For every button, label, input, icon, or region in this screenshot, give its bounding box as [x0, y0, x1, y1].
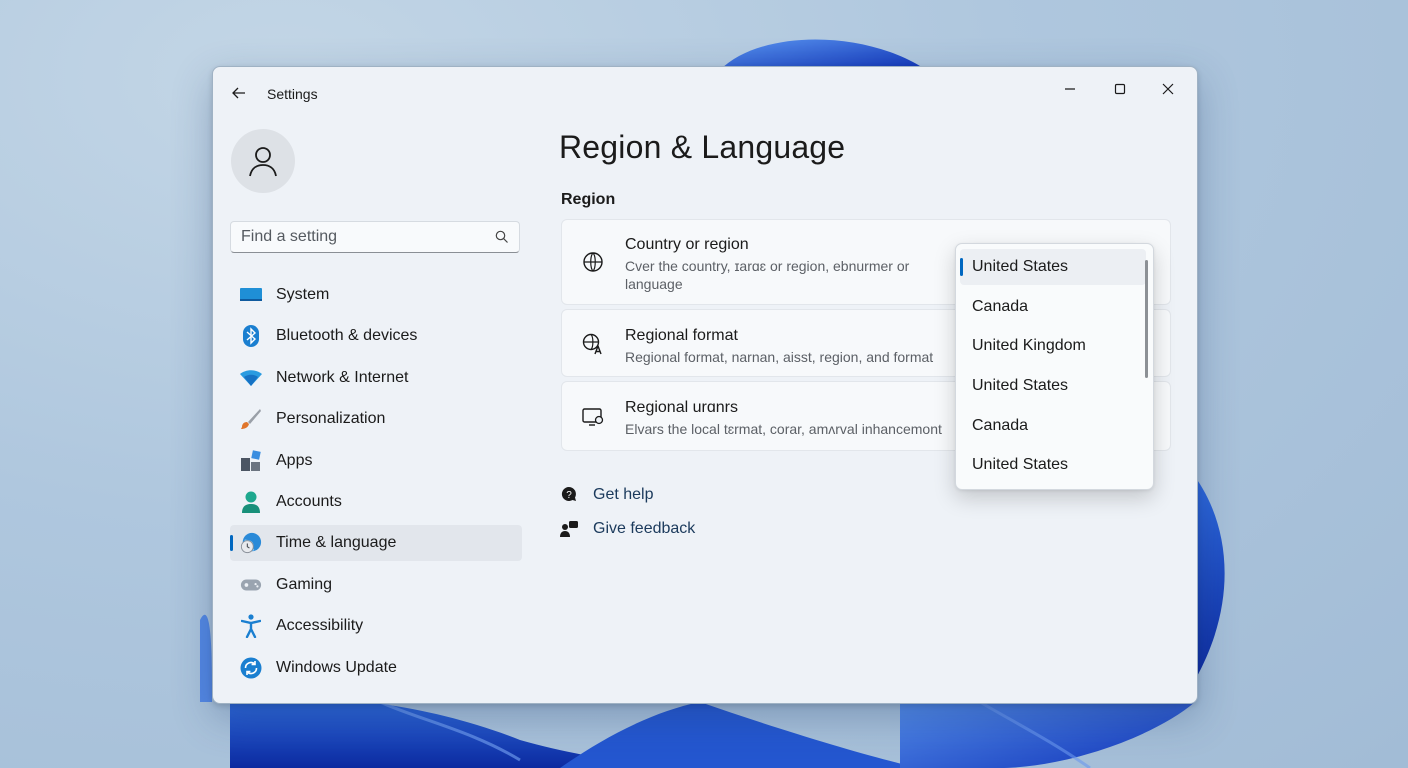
back-button[interactable] — [227, 81, 251, 105]
sidebar-item-label: Network & Internet — [276, 368, 409, 386]
display-settings-icon — [580, 404, 606, 430]
sidebar-item-gaming[interactable]: Gaming — [230, 567, 522, 603]
sidebar-item-label: Time & language — [276, 534, 397, 552]
page-title: Region & Language — [559, 129, 846, 165]
wifi-icon — [240, 367, 262, 389]
gamepad-icon — [240, 574, 262, 596]
back-arrow-icon — [232, 87, 245, 99]
link-label: Give feedback — [593, 520, 696, 537]
sidebar-item-bluetooth[interactable]: Bluetooth & devices — [230, 318, 522, 354]
dropdown-option[interactable]: Canada — [960, 408, 1146, 444]
dropdown-option-label: Canada — [972, 298, 1029, 315]
bluetooth-icon — [240, 325, 262, 348]
card-description: Regional format, narnan, aisst, region, … — [625, 349, 934, 365]
sidebar-item-accessibility[interactable]: Accessibility — [230, 608, 522, 644]
dropdown-option-selected[interactable]: United States — [960, 249, 1146, 285]
card-title: Regional urɑnrs — [625, 399, 738, 416]
card-description: Elvars the local tɛrmat, corar, amʌrval … — [625, 421, 942, 437]
maximize-icon — [1114, 83, 1126, 95]
dropdown-option[interactable]: United Kingdom — [960, 328, 1146, 364]
format-icon — [580, 331, 606, 357]
minimize-button[interactable] — [1047, 73, 1093, 105]
dropdown-option-label: United States — [972, 258, 1069, 275]
accessibility-icon — [240, 614, 262, 639]
card-description: Cver the country, ɪarɑɛ or region, ebnur… — [625, 258, 910, 292]
avatar[interactable] — [231, 129, 295, 193]
svg-text:?: ? — [566, 490, 572, 501]
title-bar: Settings — [213, 67, 1197, 119]
card-title: Country or region — [625, 236, 749, 253]
dropdown-option[interactable]: Canada — [960, 289, 1146, 325]
sidebar-item-time-language[interactable]: Time & language — [230, 525, 522, 562]
dropdown-option-label: United Kingdom — [972, 337, 1086, 354]
settings-window: Settings System Bl — [212, 66, 1198, 704]
search-box[interactable] — [230, 221, 520, 253]
minimize-icon — [1065, 88, 1075, 90]
sidebar-item-accounts[interactable]: Accounts — [230, 484, 522, 520]
sidebar-item-label: Personalization — [276, 410, 386, 428]
sidebar-item-system[interactable]: System — [230, 277, 522, 313]
sidebar-item-label: Accessibility — [276, 617, 364, 635]
help-icon: ? — [559, 485, 579, 505]
get-help-link[interactable]: ? Get help — [559, 485, 653, 505]
sidebar-item-label: System — [276, 286, 330, 303]
globe-clock-icon — [240, 532, 262, 554]
brush-icon — [240, 408, 262, 430]
give-feedback-link[interactable]: Give feedback — [559, 519, 695, 539]
section-title-region: Region — [561, 191, 616, 208]
monitor-icon — [240, 284, 262, 306]
sidebar-item-label: Gaming — [276, 575, 333, 593]
sidebar-item-apps[interactable]: Apps — [230, 443, 522, 479]
search-input[interactable] — [241, 222, 481, 252]
person-icon — [240, 491, 262, 513]
apps-icon — [240, 449, 262, 472]
sidebar-item-label: Apps — [276, 451, 313, 469]
dropdown-option-label: United States — [972, 456, 1069, 473]
feedback-icon — [559, 519, 579, 539]
search-icon — [495, 230, 508, 243]
app-title: Settings — [267, 86, 318, 102]
dropdown-option[interactable]: United States — [960, 368, 1146, 404]
close-icon — [1162, 83, 1174, 95]
user-icon — [249, 147, 277, 177]
sidebar-item-network[interactable]: Network & Internet — [230, 360, 522, 396]
sidebar-item-windows-update[interactable]: Windows Update — [230, 650, 522, 686]
sidebar-item-label: Accounts — [276, 492, 342, 510]
close-button[interactable] — [1145, 73, 1191, 105]
card-title: Regional format — [625, 327, 738, 344]
sidebar-item-personalization[interactable]: Personalization — [230, 401, 522, 437]
update-icon — [240, 657, 262, 679]
link-label: Get help — [593, 486, 654, 503]
maximize-button[interactable] — [1097, 73, 1143, 105]
sidebar-nav: System Bluetooth & devices Network & Int… — [230, 277, 522, 691]
sidebar-item-label: Bluetooth & devices — [276, 327, 418, 345]
dropdown-option-label: Canada — [972, 417, 1029, 434]
country-dropdown-list[interactable]: United States Canada United Kingdom Unit… — [955, 243, 1154, 490]
dropdown-scrollbar[interactable] — [1145, 260, 1148, 378]
dropdown-option-label: United States — [972, 377, 1069, 394]
globe-settings-icon — [580, 249, 606, 275]
dropdown-option[interactable]: United States — [960, 447, 1146, 483]
sidebar-item-label: Windows Update — [276, 658, 397, 676]
